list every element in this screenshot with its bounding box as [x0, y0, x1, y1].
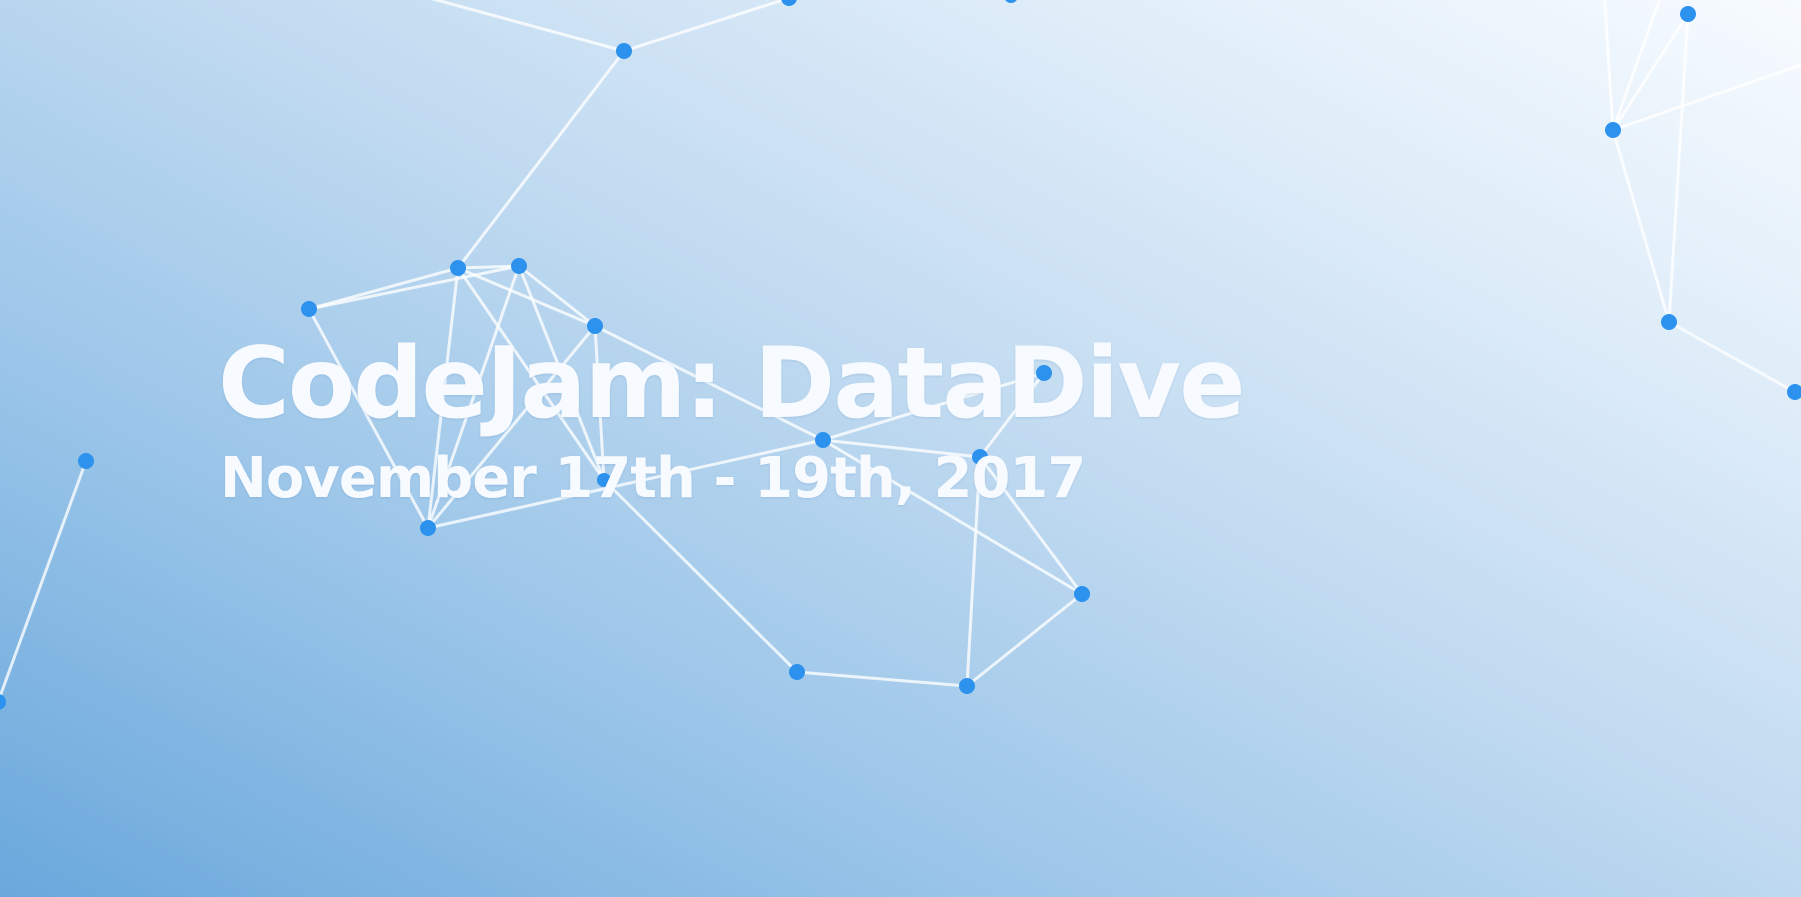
- network-node: [789, 664, 805, 680]
- network-node: [781, 0, 797, 6]
- network-edge: [308, 264, 520, 311]
- network-node: [420, 520, 436, 536]
- network-node: [301, 301, 317, 317]
- network-node: [1680, 6, 1696, 22]
- network-node: [511, 258, 527, 274]
- network-edge: [966, 592, 1083, 688]
- network-node: [1661, 314, 1677, 330]
- network-edge: [1668, 320, 1796, 394]
- network-node: [78, 453, 94, 469]
- network-node: [0, 694, 6, 710]
- network-node: [450, 260, 466, 276]
- network-edge: [1611, 13, 1690, 131]
- network-edge: [431, 0, 625, 53]
- network-node: [616, 43, 632, 59]
- network-node: [1787, 384, 1801, 400]
- network-edge: [1667, 13, 1690, 323]
- network-edge: [1612, 63, 1801, 132]
- network-edge: [456, 50, 626, 269]
- network-edge: [1603, 0, 1615, 131]
- network-node: [959, 678, 975, 694]
- network-node: [1074, 586, 1090, 602]
- network-edge: [1611, 129, 1671, 323]
- network-edge: [0, 460, 88, 701]
- network-node: [1005, 0, 1017, 3]
- page-title: CodeJam: DataDive: [218, 327, 1246, 441]
- network-edge: [623, 0, 788, 53]
- network-node: [1605, 122, 1621, 138]
- hero: CodeJam: DataDive November 17th - 19th, …: [218, 327, 1246, 511]
- network-edge: [308, 266, 459, 311]
- network-edge: [796, 670, 968, 688]
- network-edge: [457, 264, 520, 270]
- event-date: November 17th - 19th, 2017: [220, 446, 1086, 511]
